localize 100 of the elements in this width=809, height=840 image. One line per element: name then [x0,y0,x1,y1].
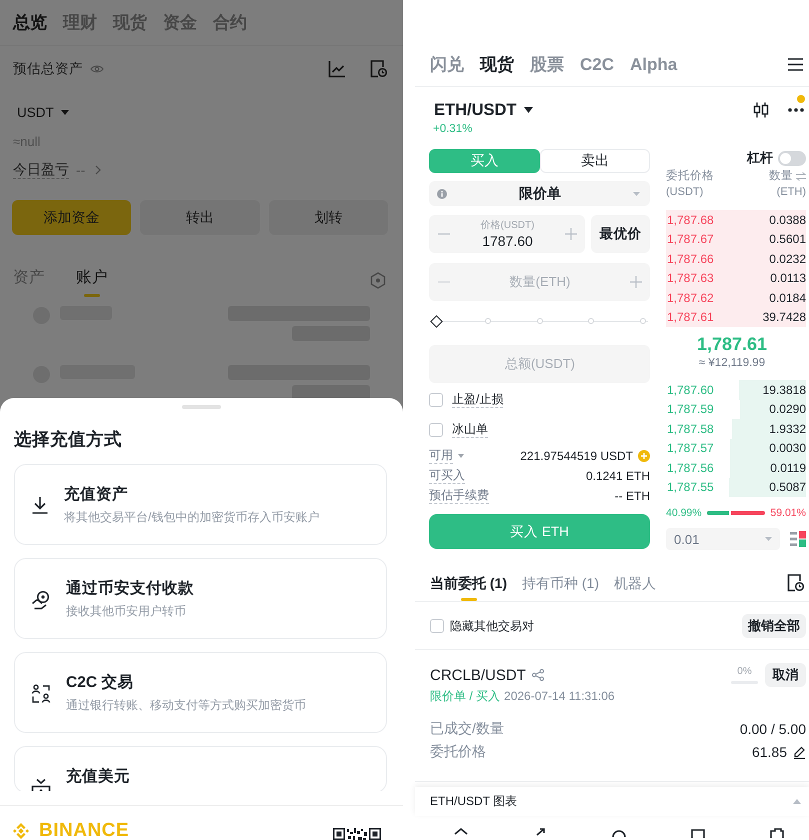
order-type-dropdown[interactable]: 限价单 [429,181,650,206]
cancel-button[interactable]: 取消 [765,663,806,687]
tab[interactable]: C2C [580,54,614,76]
bid-price[interactable]: 1,787.60 [667,382,714,397]
orders-tab[interactable]: 持有币种 (1) [522,571,599,601]
column-title: 委托价格 [666,168,714,184]
tab[interactable]: 现货 [480,54,514,76]
book-layout-icon[interactable] [790,531,806,547]
deposit-option-card[interactable]: 充值美元 [14,746,387,791]
option-title: 充值美元 [66,766,130,787]
slider-step-dot[interactable] [588,318,594,324]
bid-price[interactable]: 1,787.55 [667,480,714,494]
tab[interactable]: 股票 [530,54,564,76]
info-icon[interactable] [437,188,447,198]
action-button[interactable]: 划转 [268,200,388,235]
order-pair: CRCLB/USDT [430,666,526,684]
caret-down-icon [458,454,464,458]
chart-panel[interactable]: ETH/USDT 图表 [415,787,809,816]
bid-price[interactable]: 1,787.56 [667,460,714,475]
tab[interactable]: Alpha [630,54,678,76]
total-field[interactable]: 总额(USDT) [429,345,650,383]
chart-panel-title: ETH/USDT 图表 [430,793,518,810]
info-value: 221.97544519 USDT [520,449,633,463]
precision-dropdown[interactable]: 0.01 [666,528,780,550]
checkbox[interactable] [429,393,443,407]
swap-icon[interactable] [796,172,806,180]
option-title: 通过币安支付收款 [66,578,194,599]
buy-button[interactable]: 买入 ETH [429,514,650,549]
pencil-icon[interactable] [793,746,806,758]
menu-icon[interactable] [788,58,803,71]
line-chart-icon[interactable] [328,60,346,78]
ask-amount: 0.0232 [769,252,806,266]
checkbox-label[interactable]: 冰山单 [452,422,488,438]
hexagon-icon[interactable] [370,272,386,289]
action-button[interactable]: 转出 [140,200,260,235]
slider-step-dot[interactable] [484,318,491,324]
caret-down-icon [524,107,532,113]
order-field-label: 已成交/数量 [430,720,504,738]
bid-amount: 0.0119 [770,460,806,475]
slider-step-dot[interactable] [536,318,542,324]
side-tab[interactable]: 卖出 [540,149,650,173]
qr-code-icon[interactable] [333,828,381,840]
wordmark: BINANCE [39,822,130,840]
caret-down-icon [765,537,772,541]
best-price-button[interactable]: 最优价 [591,215,650,253]
checkbox[interactable] [429,423,443,437]
plus-icon[interactable] [630,276,642,288]
quantity-field[interactable]: 数量(ETH) [429,263,650,301]
bid-amount: 19.3818 [762,382,806,397]
order-type: 限价单 / 买入 [430,688,500,704]
fiat-price: ≈ ¥12,119.99 [698,356,766,370]
deposit-option-card[interactable]: 通过币安支付收款 接收其他币安用户转币 [14,558,387,639]
plus-circle-icon[interactable] [638,450,650,462]
bid-amount: 1.9332 [769,422,806,436]
history-icon[interactable] [787,574,804,592]
leverage-toggle[interactable] [778,150,806,166]
pnl-label[interactable]: 今日盈亏 [13,161,69,179]
info-label[interactable]: 可买入 [429,468,465,484]
deposit-option-card[interactable]: 充值资产 将其他交易平台/钱包中的加密货币存入币安账户 [14,464,387,545]
orders-tab[interactable]: 机器人 [614,571,656,601]
orders-tab[interactable]: 当前委托 (1) [430,571,507,601]
ask-amount: 39.7428 [762,310,806,324]
plus-icon[interactable] [565,228,577,240]
more-icon[interactable] [788,108,804,112]
bid-price[interactable]: 1,787.57 [667,441,714,456]
cancel-all-button[interactable]: 撤销全部 [742,614,806,638]
eye-icon[interactable] [90,64,104,74]
tab[interactable]: 总览 [13,12,47,34]
sub-tab[interactable]: 账户 [76,262,108,297]
ask-price[interactable]: 1,787.66 [667,252,714,266]
ask-price[interactable]: 1,787.61 [667,310,714,324]
info-label[interactable]: 可用 [429,448,453,464]
ask-price[interactable]: 1,787.62 [667,290,714,305]
tab[interactable]: 闪兑 [430,54,464,76]
price-field[interactable]: 价格(USDT) 1787.60 [429,215,585,253]
checkbox[interactable] [430,619,444,633]
caret-up-icon[interactable] [793,799,801,804]
pnl-value: -- [76,162,86,178]
info-label[interactable]: 预估手续费 [429,488,489,504]
bid-price[interactable]: 1,787.58 [667,422,714,436]
balance-label: 预估总资产 [13,60,83,78]
checkbox-label[interactable]: 隐藏其他交易对 [450,618,534,634]
pair-selector[interactable]: ETH/USDT [434,100,532,120]
ask-price[interactable]: 1,787.68 [667,212,714,227]
deposit-option-card[interactable]: C2C 交易 通过银行转账、移动支付等方式购买加密货币 [14,652,387,733]
box-icon[interactable] [768,826,784,838]
bid-price[interactable]: 1,787.59 [667,402,714,416]
ask-amount: 0.5601 [769,232,806,246]
checkbox-label[interactable]: 止盈/止损 [452,392,504,408]
share-icon[interactable] [532,669,544,681]
ask-price[interactable]: 1,787.67 [667,232,714,246]
chevron-right-icon[interactable] [95,165,102,175]
side-tab[interactable]: 买入 [429,149,540,173]
ask-amount: 0.0184 [769,290,806,305]
info-value: -- ETH [614,489,650,503]
ask-price[interactable]: 1,787.63 [667,271,714,286]
slider-step-dot[interactable] [640,318,646,324]
primary-action-button[interactable]: 添加资金 [12,200,132,235]
candlestick-icon[interactable] [753,102,769,118]
currency-dropdown[interactable]: USDT [17,102,69,122]
